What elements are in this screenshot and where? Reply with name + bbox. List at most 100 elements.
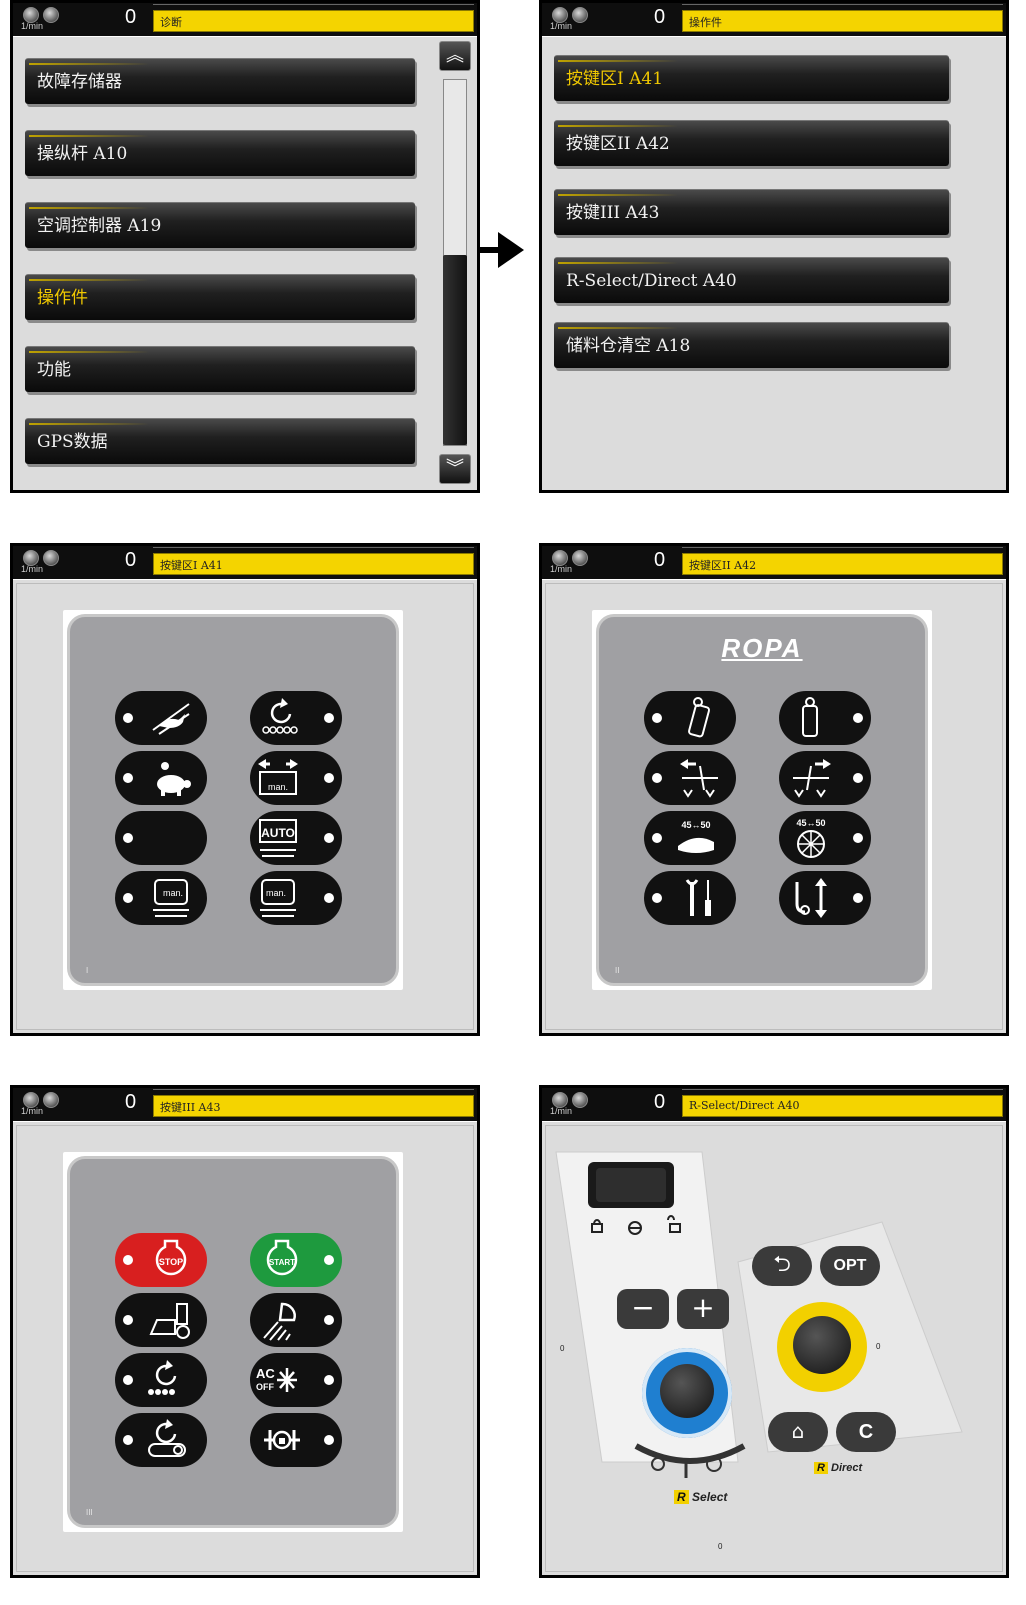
- lower-manual-right-key[interactable]: man.: [250, 871, 342, 925]
- menu-item-functions[interactable]: 功能: [25, 346, 415, 392]
- label-zero-bottom: 0: [718, 1542, 723, 1551]
- lower-left-icon: man.: [153, 879, 189, 917]
- screen-keypad-a43: 1/min 0 按键III A43 STOP START AC OFF III: [10, 1085, 480, 1578]
- turtle-speed-key[interactable]: [115, 751, 207, 805]
- shift-manual-key[interactable]: man.: [250, 751, 342, 805]
- turtle-icon: [157, 762, 191, 796]
- menu-item-hopper-a18[interactable]: 储料仓清空 A18: [554, 322, 949, 368]
- page-title: 按键III A43: [153, 1095, 474, 1117]
- auto-icon: AUTO: [259, 819, 297, 857]
- ropa-logo: ROPA: [721, 633, 803, 663]
- double-chevron-up-icon[interactable]: ︽: [439, 41, 471, 71]
- status-bar: 1/min 0 R-Select/Direct A40: [542, 1088, 1006, 1121]
- opt-button[interactable]: OPT: [820, 1246, 880, 1286]
- row-width-share-key[interactable]: 45↔50: [644, 811, 736, 865]
- svg-text:OFF: OFF: [256, 1382, 274, 1392]
- row-width-wheel-key[interactable]: 45↔50: [779, 811, 871, 865]
- belt-rotate-key[interactable]: [115, 1413, 207, 1467]
- back-button[interactable]: ⮌: [752, 1246, 812, 1286]
- menu-item-keypad-a42[interactable]: 按键区II A42: [554, 120, 949, 166]
- keypad-panel: man. AUTO man. man. I: [63, 610, 403, 990]
- depth-right-icon: [793, 759, 831, 798]
- lower-manual-left-key[interactable]: man.: [115, 871, 207, 925]
- depth-left-key[interactable]: [644, 751, 736, 805]
- keypad-panel: STOP START AC OFF III: [63, 1152, 403, 1532]
- work-lights-key[interactable]: [250, 1293, 342, 1347]
- cleaner-roller-icon: [802, 697, 818, 737]
- menu-item-ac-controller-a19[interactable]: 空调控制器 A19: [25, 202, 415, 248]
- rpm-value: 0: [654, 6, 666, 28]
- panel-label: III: [86, 1508, 93, 1517]
- panel-label: II: [615, 966, 620, 975]
- rpm-unit: 1/min: [21, 1106, 44, 1116]
- menu-item-rselect-a40[interactable]: R-Select/Direct A40: [554, 257, 949, 303]
- headlight-icon: [263, 1302, 296, 1341]
- rpm-value: 0: [654, 549, 666, 571]
- diff-lock-key[interactable]: [250, 1413, 342, 1467]
- stop-icon: STOP: [155, 1239, 187, 1276]
- menu-item-joystick-a10[interactable]: 操纵杆 A10: [25, 130, 415, 176]
- auto-key[interactable]: AUTO: [250, 811, 342, 865]
- rotate-arrow-icon: [262, 698, 298, 734]
- engine-stop-key[interactable]: STOP: [115, 1233, 207, 1287]
- status-bar: 1/min 0 按键区I A41: [13, 546, 477, 579]
- screen-controls: 1/min 0 操作件 按键区I A41 按键区II A42 按键III A43…: [539, 0, 1009, 493]
- cleaner-roller-icon: [688, 697, 711, 738]
- blank-key[interactable]: [115, 811, 207, 865]
- scrollbar[interactable]: ︽ ︾: [439, 41, 471, 484]
- rpm-unit: 1/min: [21, 564, 44, 574]
- wheel-45-50-icon: 45↔50: [796, 818, 826, 858]
- screen-rselect-a40: 1/min 0 R-Select/Direct A40 − + R Select…: [539, 1085, 1009, 1578]
- plus-button[interactable]: +: [677, 1289, 729, 1329]
- hare-speed-key[interactable]: [115, 691, 207, 745]
- rpm-unit: 1/min: [550, 21, 573, 31]
- scroll-thumb[interactable]: [443, 255, 467, 445]
- menu-item-fault-memory[interactable]: 故障存储器: [25, 58, 415, 104]
- screen-keypad-a42: 1/min 0 按键区II A42 ROPA 45↔50 45↔50 II: [539, 543, 1009, 1036]
- lift-arm-key[interactable]: [779, 871, 871, 925]
- ac-off-key[interactable]: AC OFF: [250, 1353, 342, 1407]
- hare-icon: [152, 703, 190, 735]
- svg-text:AUTO: AUTO: [261, 826, 295, 840]
- scroll-track[interactable]: [443, 79, 467, 446]
- diff-lock-icon: [264, 1430, 300, 1450]
- double-chevron-down-icon[interactable]: ︾: [439, 454, 471, 484]
- service-key[interactable]: [644, 871, 736, 925]
- rpm-unit: 1/min: [550, 1106, 573, 1116]
- menu-item-keypad-a41[interactable]: 按键区I A41: [554, 55, 949, 101]
- menu-item-gps-data[interactable]: GPS数据: [25, 418, 415, 464]
- status-bar: 1/min 0 按键区II A42: [542, 546, 1006, 579]
- status-bar: 1/min 0 诊断: [13, 3, 477, 36]
- select-mode-icons: [634, 1443, 746, 1478]
- shift-sideways-icon: man.: [258, 759, 298, 795]
- screen-keypad-a41: 1/min 0 按键区I A41 man. AUTO man. man. I: [10, 543, 480, 1036]
- rpm-value: 0: [125, 6, 137, 28]
- direct-rotary-knob[interactable]: [777, 1302, 867, 1392]
- status-bar: 1/min 0 操作件: [542, 3, 1006, 36]
- rotate-chain-key[interactable]: [250, 691, 342, 745]
- menu-item-controls[interactable]: 操作件: [25, 274, 415, 320]
- home-button[interactable]: ⌂: [768, 1412, 828, 1452]
- rpm-unit: 1/min: [550, 564, 573, 574]
- depth-right-key[interactable]: [779, 751, 871, 805]
- page-title: 操作件: [682, 10, 1003, 32]
- cleaner-down-key[interactable]: [779, 691, 871, 745]
- select-rotary-knob[interactable]: [642, 1348, 732, 1438]
- page-title: 按键区I A41: [153, 553, 474, 575]
- page-title: 诊断: [153, 10, 474, 32]
- lower-right-icon: man.: [260, 879, 296, 917]
- start-icon: START: [266, 1239, 298, 1276]
- menu-item-keypad-a43[interactable]: 按键III A43: [554, 189, 949, 235]
- svg-text:man.: man.: [268, 782, 288, 792]
- ac-off-snowflake-icon: ACOFF: [256, 1366, 297, 1392]
- keypad-panel: ROPA 45↔50 45↔50 II: [592, 610, 932, 990]
- direct-brand-logo: R Direct: [814, 1462, 862, 1474]
- control-console: [555, 1151, 963, 1463]
- machine-profile-key[interactable]: [115, 1293, 207, 1347]
- c-button[interactable]: C: [836, 1412, 896, 1452]
- rotate-chain-key[interactable]: [115, 1353, 207, 1407]
- engine-start-key[interactable]: START: [250, 1233, 342, 1287]
- svg-text:45↔50: 45↔50: [796, 818, 825, 828]
- cleaner-up-key[interactable]: [644, 691, 736, 745]
- minus-button[interactable]: −: [617, 1289, 669, 1329]
